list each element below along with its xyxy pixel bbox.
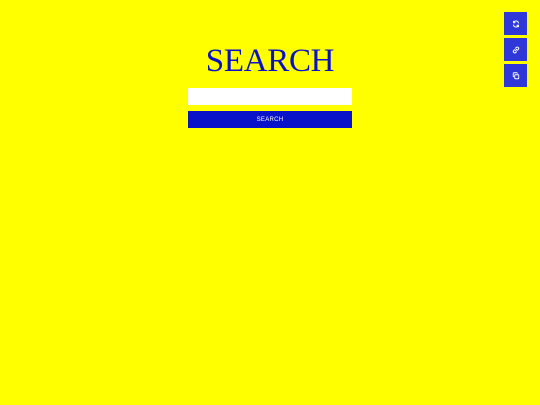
search-panel: SEARCH SEARCH — [188, 42, 352, 128]
refresh-icon — [512, 20, 520, 28]
copy-icon — [512, 71, 520, 80]
page-title: SEARCH — [205, 43, 335, 79]
refresh-button[interactable] — [504, 12, 527, 35]
link-icon — [512, 46, 520, 54]
copy-button[interactable] — [504, 64, 527, 87]
search-input[interactable] — [188, 88, 352, 105]
search-button[interactable]: SEARCH — [188, 111, 352, 128]
link-button[interactable] — [504, 38, 527, 61]
side-action-bar — [504, 12, 527, 87]
